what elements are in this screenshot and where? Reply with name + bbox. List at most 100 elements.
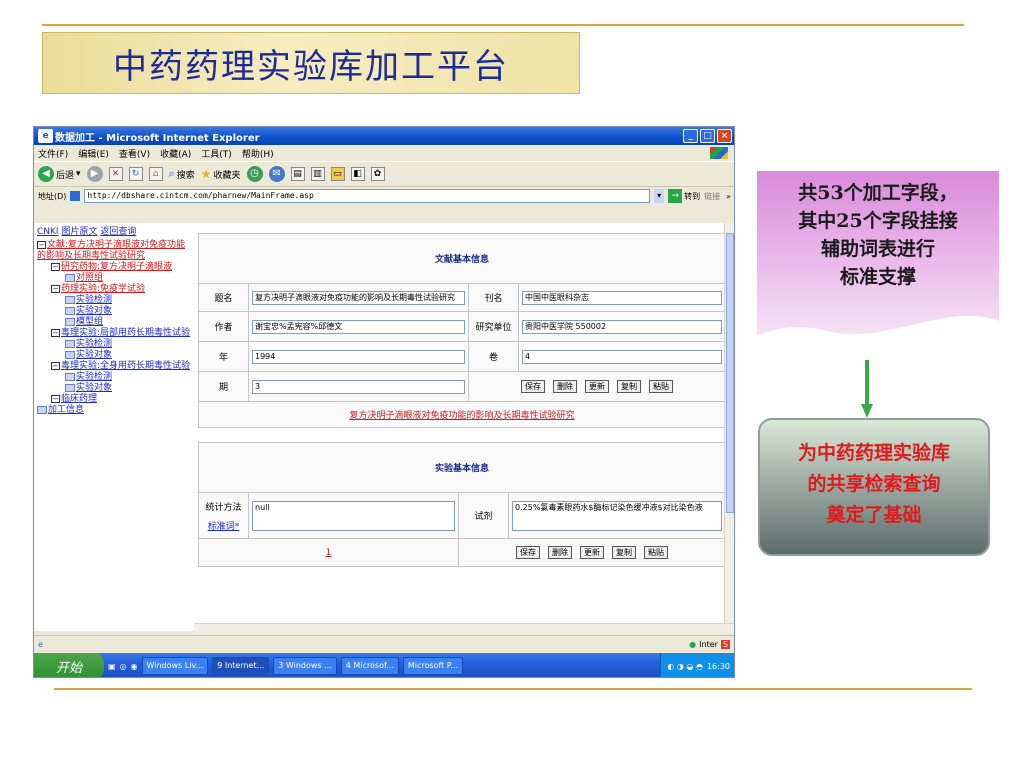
form-area: 文献基本信息 题名 复方决明子滴眼液对免疫功能的影响及长期毒性试验研究 刊名 中… (196, 223, 732, 631)
page-number-link[interactable]: 1 (198, 538, 459, 567)
task-windows[interactable]: 3 Windows ... (273, 657, 337, 675)
document-icon[interactable] (37, 405, 47, 414)
favorites-button[interactable]: ★ 收藏夹 (201, 167, 241, 181)
address-input[interactable]: http://dbshare.cintcm.com/pharnew/MainFr… (84, 189, 651, 203)
back-to-query-link[interactable]: 返回查询 (100, 227, 136, 237)
delete-button-2[interactable]: 删除 (548, 546, 572, 559)
tree-node-link[interactable]: 实验对象 (76, 383, 112, 393)
tree-node-link[interactable]: 毒理实验:全身用药长期毒性试验 (61, 361, 190, 371)
history-icon[interactable]: ◷ (246, 166, 263, 182)
standard-term-link[interactable]: 标准词* (202, 519, 245, 532)
mail-icon[interactable]: ✉ (268, 166, 285, 182)
close-button[interactable]: × (717, 129, 732, 143)
document-icon[interactable] (65, 350, 75, 359)
image-original-link[interactable]: 图片原文 (61, 227, 97, 237)
title-input[interactable]: 复方决明子滴眼液对免疫功能的影响及长期毒性试验研究 (252, 290, 465, 305)
stat-method-textarea[interactable]: null (252, 500, 455, 531)
home-icon[interactable]: ⌂ (148, 167, 163, 181)
back-button[interactable]: ◀ 后退 ▾ (38, 166, 81, 182)
links-label[interactable]: 链接 (704, 191, 720, 202)
copy-button-2[interactable]: 复制 (612, 546, 636, 559)
cnki-link[interactable]: CNKI (37, 227, 59, 237)
document-icon[interactable] (65, 317, 75, 326)
messenger-icon[interactable]: ✿ (370, 167, 385, 181)
tree-node-link[interactable]: 临床药理 (61, 394, 97, 404)
tree-node-link[interactable]: 文献:复方决明子滴眼液对免疫功能的影响及长期毒性试验研究 (37, 240, 185, 261)
task-microsoft[interactable]: 4 Microsof... (340, 657, 399, 675)
address-dropdown-icon[interactable]: ▾ (654, 189, 665, 203)
delete-button[interactable]: 删除 (553, 380, 577, 393)
edit-icon[interactable]: ▥ (310, 167, 325, 181)
collapse-icon[interactable]: − (37, 240, 46, 249)
menu-help[interactable]: 帮助(H) (242, 147, 274, 160)
horizontal-scrollbar[interactable] (194, 623, 734, 633)
document-icon[interactable] (65, 306, 75, 315)
collapse-icon[interactable]: − (51, 328, 60, 337)
search-button[interactable]: ⌕ 搜索 (169, 167, 195, 181)
document-icon[interactable] (65, 372, 75, 381)
document-icon[interactable] (65, 383, 75, 392)
menu-tools[interactable]: 工具(T) (201, 147, 232, 160)
task-microsoft-p[interactable]: Microsoft P... (402, 657, 464, 675)
volume-input[interactable]: 4 (522, 349, 722, 364)
collapse-icon[interactable]: − (51, 262, 60, 271)
tree-node-link[interactable]: 毒理实验:局部用药长期毒性试验 (61, 328, 190, 338)
paste-button-2[interactable]: 粘贴 (644, 546, 668, 559)
tree-node-link[interactable]: 研究药物:复方决明子滴眼液 (61, 262, 172, 272)
tree-node: 实验对象 (37, 383, 191, 394)
tree-node-link[interactable]: 药理实验:免疫学试验 (61, 284, 145, 294)
task-internet[interactable]: 9 Internet... (212, 657, 270, 675)
research-icon[interactable]: ◧ (350, 167, 365, 181)
save-button[interactable]: 保存 (521, 380, 545, 393)
update-button[interactable]: 更新 (585, 380, 609, 393)
task-windows-live[interactable]: Windows Liv... (141, 657, 209, 675)
refresh-icon[interactable]: ↻ (128, 167, 143, 181)
tree-node-link[interactable]: 模型组 (76, 317, 103, 327)
go-button[interactable]: → 转到 (668, 189, 700, 203)
menu-file[interactable]: 文件(F) (38, 147, 68, 160)
collapse-icon[interactable]: − (51, 361, 60, 370)
vertical-scrollbar[interactable] (724, 223, 734, 631)
tree-node-link[interactable]: 加工信息 (48, 405, 84, 415)
year-input[interactable]: 1994 (252, 349, 465, 364)
update-button-2[interactable]: 更新 (580, 546, 604, 559)
copy-button[interactable]: 复制 (617, 380, 641, 393)
document-icon[interactable] (65, 339, 75, 348)
tree-node-link[interactable]: 实验检测 (76, 295, 112, 305)
tree-node-link[interactable]: 实验对象 (76, 306, 112, 316)
menu-favorites[interactable]: 收藏(A) (160, 147, 191, 160)
menu-view[interactable]: 查看(V) (119, 147, 150, 160)
tree-node-link[interactable]: 实验对象 (76, 350, 112, 360)
document-icon[interactable] (65, 295, 75, 304)
tree-node-link[interactable]: 实验检测 (76, 372, 112, 382)
document-icon[interactable] (65, 273, 75, 282)
forward-arrow-icon[interactable]: ▶ (86, 166, 103, 182)
quicklaunch-desktop-icon[interactable]: ▣ (108, 662, 116, 671)
start-button[interactable]: 开始 (34, 653, 104, 677)
menu-edit[interactable]: 编辑(E) (78, 147, 109, 160)
reagent-textarea[interactable]: 0.25%氯毒素眼药水$酶标记染色缓冲液$对比染色液 (512, 500, 722, 531)
collapse-icon[interactable]: − (51, 284, 60, 293)
print-icon[interactable]: ▤ (290, 167, 305, 181)
stop-icon[interactable]: ✕ (108, 167, 123, 181)
page-icon (70, 191, 81, 201)
author-input[interactable]: 谢宝忠%孟宪容%邱德文 (252, 319, 465, 334)
links-chevron-icon[interactable]: » (726, 192, 731, 201)
scroll-thumb[interactable] (726, 233, 734, 513)
document-link[interactable]: 复方决明子滴眼液对免疫功能的影响及长期毒性试验研究 (198, 401, 726, 428)
quicklaunch-mail-icon[interactable]: ◉ (131, 662, 138, 671)
tree-node-link[interactable]: 对照组 (76, 273, 103, 283)
quicklaunch-ie-icon[interactable]: ◎ (120, 662, 127, 671)
tree-node-link[interactable]: 实验检测 (76, 339, 112, 349)
collapse-icon[interactable]: − (51, 394, 60, 403)
minimize-button[interactable]: _ (683, 129, 698, 143)
save-button-2[interactable]: 保存 (516, 546, 540, 559)
journal-input[interactable]: 中国中医眼科杂志 (522, 290, 722, 305)
globe-icon: ● (689, 640, 697, 649)
tray-icons[interactable]: ◐ ◑ ◒ ◓ (667, 662, 703, 671)
unit-input[interactable]: 贵阳中医学院 550002 (522, 319, 722, 334)
issue-input[interactable]: 3 (252, 379, 465, 394)
folder-icon[interactable]: ▭ (330, 167, 345, 181)
paste-button[interactable]: 粘贴 (649, 380, 673, 393)
maximize-button[interactable]: □ (700, 129, 715, 143)
